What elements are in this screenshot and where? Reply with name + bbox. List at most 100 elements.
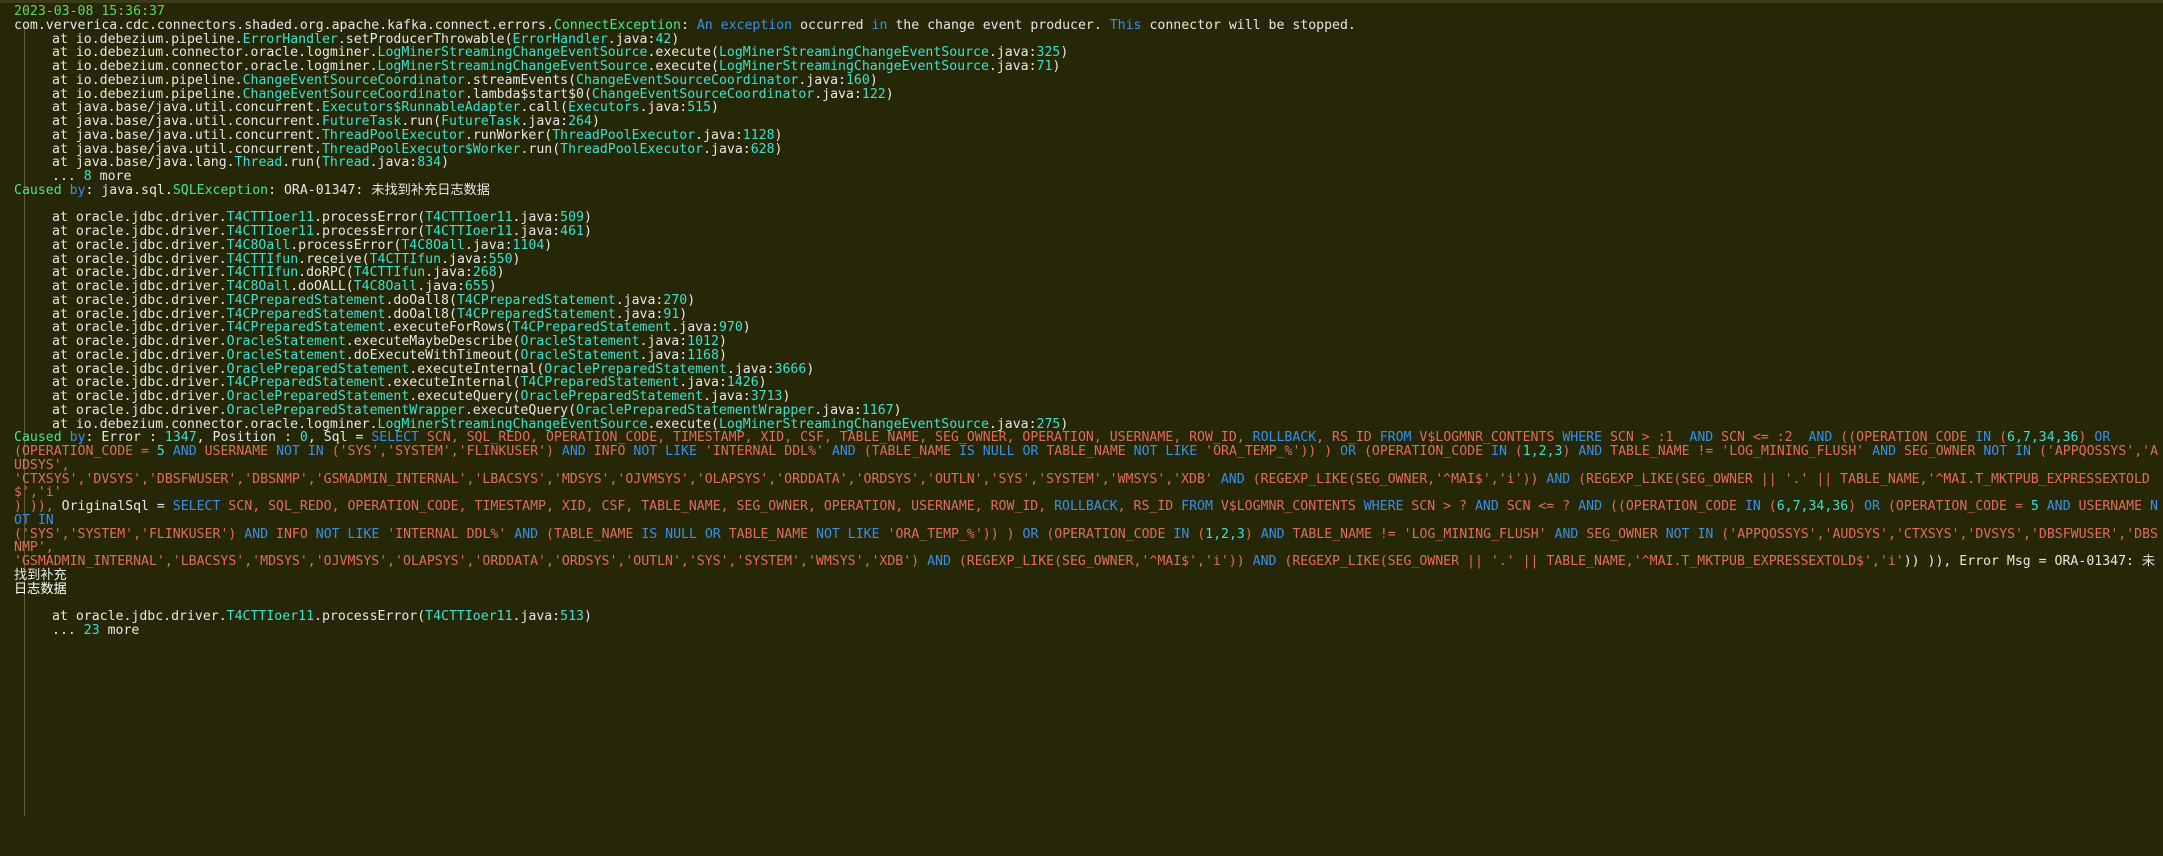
log-token: .java: — [671, 320, 719, 336]
log-token: at java.base/java.util.concurrent. — [52, 127, 322, 143]
log-token: AND — [244, 526, 269, 542]
log-token: SEG_OWNER — [1896, 444, 1984, 459]
log-token — [697, 527, 705, 542]
log-line: at io.debezium.connector.oracle.logminer… — [14, 46, 2163, 60]
log-token: AND — [1578, 499, 1603, 514]
log-token: T4CPreparedStatement — [512, 320, 672, 336]
top-divider — [0, 0, 2163, 3]
log-line: at oracle.jdbc.driver.T4CPreparedStateme… — [14, 321, 2163, 335]
log-line: at oracle.jdbc.driver.T4CPreparedStateme… — [14, 292, 2163, 308]
log-token: at io.debezium.pipeline. — [52, 86, 243, 102]
log-token: .doOall8( — [385, 306, 457, 322]
log-token: 1104 — [512, 237, 545, 253]
log-line: at java.base/java.util.concurrent.Execut… — [14, 101, 2163, 115]
log-token: OraclePreparedStatement — [544, 361, 727, 377]
log-token: OracleStatement — [520, 334, 640, 349]
log-token: FutureTask — [321, 114, 402, 129]
log-token: .lambda$start$0( — [464, 86, 592, 102]
log-token: Thread — [234, 155, 283, 171]
log-token: .java: — [639, 347, 688, 363]
log-token: WHERE — [1363, 499, 1404, 514]
log-token: TABLE_NAME — [720, 526, 817, 542]
log-token: ) — [546, 444, 562, 459]
log-token: T4CTTIoer11 — [226, 224, 315, 239]
log-token: 550 — [488, 251, 513, 267]
log-token: 1167 — [861, 402, 894, 418]
log-token: at oracle.jdbc.driver. — [52, 279, 227, 294]
log-token: 513 — [560, 609, 584, 624]
log-line: at io.debezium.connector.oracle.logminer… — [14, 416, 2163, 432]
log-token: )) — [1228, 554, 1253, 569]
log-token: .java: — [441, 251, 489, 267]
log-token: NOT LIKE — [816, 526, 880, 542]
log-token: OraclePreparedStatement — [226, 361, 410, 377]
log-token — [1015, 444, 1023, 459]
log-token: .processError( — [314, 210, 426, 226]
log-token: 628 — [750, 141, 775, 157]
log-token: T4CTTIoer11 — [425, 609, 513, 624]
log-token: SCN <= ? — [1498, 499, 1579, 514]
log-token: (REGEXP_LIKE(SEG_OWNER, — [1244, 471, 1436, 487]
log-token: Thread — [321, 155, 370, 171]
log-token: at io.debezium.connector.oracle.logminer… — [52, 59, 378, 74]
log-token: 1426 — [726, 375, 759, 391]
log-token: ) — [711, 100, 719, 116]
log-token: , Position : — [196, 430, 300, 446]
log-token: ThreadPoolExecutor$Worker — [321, 141, 521, 157]
log-line: at oracle.jdbc.driver.T4C8Oall.processEr… — [14, 237, 2163, 253]
log-token: at oracle.jdbc.driver. — [52, 347, 227, 363]
log-token: NOT IN — [276, 444, 324, 459]
log-token: T4CTTIoer11 — [425, 210, 513, 226]
log-token: ) — [1052, 59, 1061, 74]
log-token: .java: — [639, 334, 688, 349]
log-token: LogMinerStreamingChangeEventSource — [718, 59, 989, 74]
log-token: ) — [583, 224, 592, 239]
log-token: OracleStatement — [226, 347, 346, 363]
log-token: Caused — [14, 182, 70, 198]
log-token: )) ) — [1300, 444, 1341, 459]
log-token: ((OPERATION_CODE — [1832, 430, 1976, 446]
log-token: 'ORA_TEMP_%' — [887, 526, 983, 542]
log-line: at oracle.jdbc.driver.T4C8Oall.doOALL(T4… — [14, 280, 2163, 294]
log-token: ) — [687, 292, 696, 308]
log-token: ) — [742, 320, 751, 336]
log-token: .java: — [639, 100, 688, 116]
log-token: ) — [758, 375, 767, 391]
log-token: , RS_ID — [1117, 499, 1182, 514]
log-token: LogMinerStreamingChangeEventSource — [377, 59, 648, 74]
log-token: ) )), — [14, 499, 54, 514]
log-token: OracleStatement — [226, 334, 346, 349]
log-token: .java: — [679, 375, 727, 391]
log-token: ) — [591, 114, 600, 129]
log-token: OR — [1340, 444, 1357, 459]
log-token: USERNAME — [196, 444, 277, 459]
log-token: OraclePreparedStatement — [226, 389, 410, 404]
log-token: 5 — [156, 444, 165, 459]
log-token: SCN > ? — [1403, 499, 1475, 514]
log-token: .run( — [401, 114, 442, 129]
log-token: FROM — [1379, 430, 1412, 446]
log-token: ChangeEventSourceCoordinator — [591, 86, 815, 102]
log-token: IS NULL — [641, 526, 697, 542]
log-token: by — [69, 430, 86, 446]
log-token: (OPERATION_CODE = — [14, 444, 149, 459]
log-token: at io.debezium.connector.oracle.logminer… — [52, 45, 378, 61]
log-token: ThreadPoolExecutor — [321, 127, 465, 143]
log-token: ) — [228, 526, 245, 542]
log-token: at oracle.jdbc.driver. — [52, 224, 227, 239]
exception-log-viewer[interactable]: 2023-03-08 15:36:37 com.ververica.cdc.con… — [0, 0, 2163, 856]
log-content[interactable]: 2023-03-08 15:36:37 com.ververica.cdc.con… — [0, 5, 2163, 638]
log-token: at oracle.jdbc.driver. — [52, 210, 227, 226]
log-token — [2039, 499, 2047, 514]
log-token: .run( — [520, 141, 561, 157]
log-token: .doOALL( — [290, 279, 354, 294]
log-token — [1547, 527, 1555, 542]
log-token: OraclePreparedStatementWrapper — [226, 402, 465, 418]
log-line: at io.debezium.pipeline. ChangeEventSourc… — [14, 86, 2163, 102]
log-token: T4CTTIfun — [226, 251, 299, 267]
log-line-blank — [14, 596, 2163, 610]
log-token: T4CTTIfun — [226, 265, 299, 281]
log-token: .receive( — [298, 251, 370, 267]
log-token: 275 — [1036, 416, 1061, 432]
log-line: at oracle.jdbc.driver.OracleStatement.do… — [14, 347, 2163, 363]
